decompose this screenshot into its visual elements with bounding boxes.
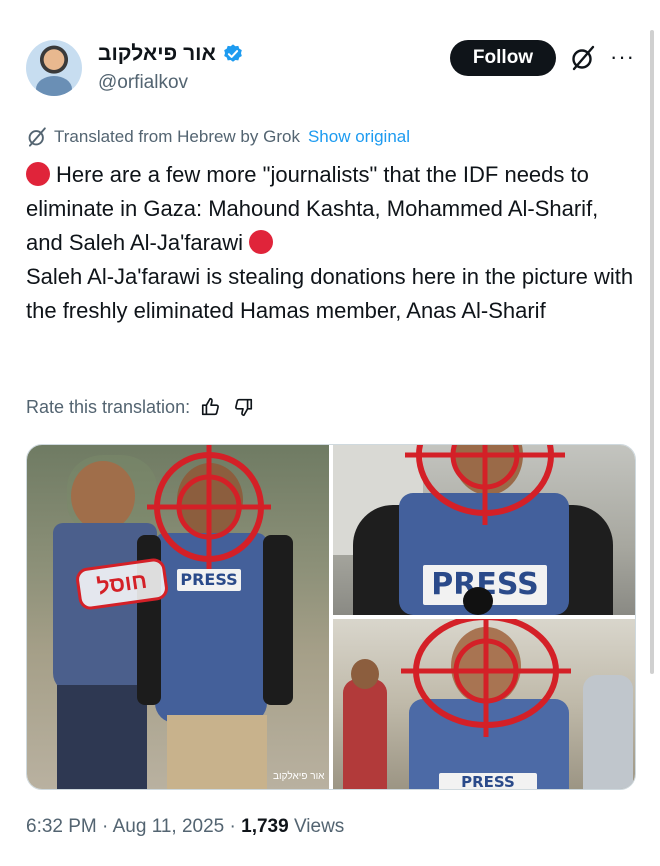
media-grid[interactable]: PRESS חוסל אור פיאלקוב PRESS PRESS	[26, 444, 636, 790]
translation-note-row: Translated from Hebrew by Grok Show orig…	[26, 126, 410, 148]
tweet-header: אור פיאלקוב @orfialkov Follow ···	[26, 40, 634, 102]
media-image-top-right[interactable]: PRESS	[333, 445, 635, 615]
crosshair-icon	[147, 445, 271, 569]
meta-separator: ·	[102, 816, 109, 837]
tweet-text-second: Saleh Al-Ja'farawi is stealing donations…	[26, 264, 634, 323]
press-label: PRESS	[177, 569, 241, 591]
show-original-link[interactable]: Show original	[308, 127, 410, 147]
thumbs-up-icon[interactable]	[200, 396, 222, 418]
verified-badge-icon	[224, 44, 242, 62]
red-circle-emoji-icon	[249, 230, 273, 254]
more-icon[interactable]: ···	[610, 46, 635, 68]
author-handle[interactable]: @orfialkov	[98, 72, 188, 94]
thumbs-down-icon[interactable]	[232, 396, 254, 418]
tweet-date[interactable]: Aug 11, 2025	[113, 816, 225, 837]
avatar[interactable]	[26, 40, 82, 96]
tweet-text-main: Here are a few more "journalists" that t…	[26, 162, 599, 255]
translation-note: Translated from Hebrew by Grok	[54, 127, 300, 146]
views-label: Views	[293, 816, 345, 837]
tweet-meta-row: 6:32 PM · Aug 11, 2025 · 1,739 Views	[26, 816, 344, 838]
grok-translate-icon	[28, 127, 46, 147]
tweet-text: Here are a few more "journalists" that t…	[26, 158, 636, 328]
views-count: 1,739	[241, 816, 289, 837]
meta-separator: ·	[229, 816, 236, 837]
image-watermark: אור פיאלקוב	[273, 771, 325, 782]
person-left	[71, 461, 135, 531]
press-label: PRESS	[439, 773, 537, 789]
rate-translation-row: Rate this translation:	[26, 396, 254, 418]
follow-button[interactable]: Follow	[450, 40, 556, 76]
rate-translation-label: Rate this translation:	[26, 396, 191, 417]
author-name-row: אור פיאלקוב	[98, 42, 244, 66]
author-display-name[interactable]: אור פיאלקוב	[98, 42, 216, 66]
media-image-bottom-right[interactable]: PRESS	[333, 619, 635, 789]
crosshair-icon	[401, 619, 571, 737]
scrollbar[interactable]	[650, 30, 654, 674]
tweet-time[interactable]: 6:32 PM	[26, 816, 97, 837]
media-image-left[interactable]: PRESS חוסל אור פיאלקוב	[27, 445, 329, 789]
grok-icon[interactable]	[569, 44, 597, 72]
crosshair-icon	[405, 445, 565, 525]
red-circle-emoji-icon	[26, 162, 50, 186]
